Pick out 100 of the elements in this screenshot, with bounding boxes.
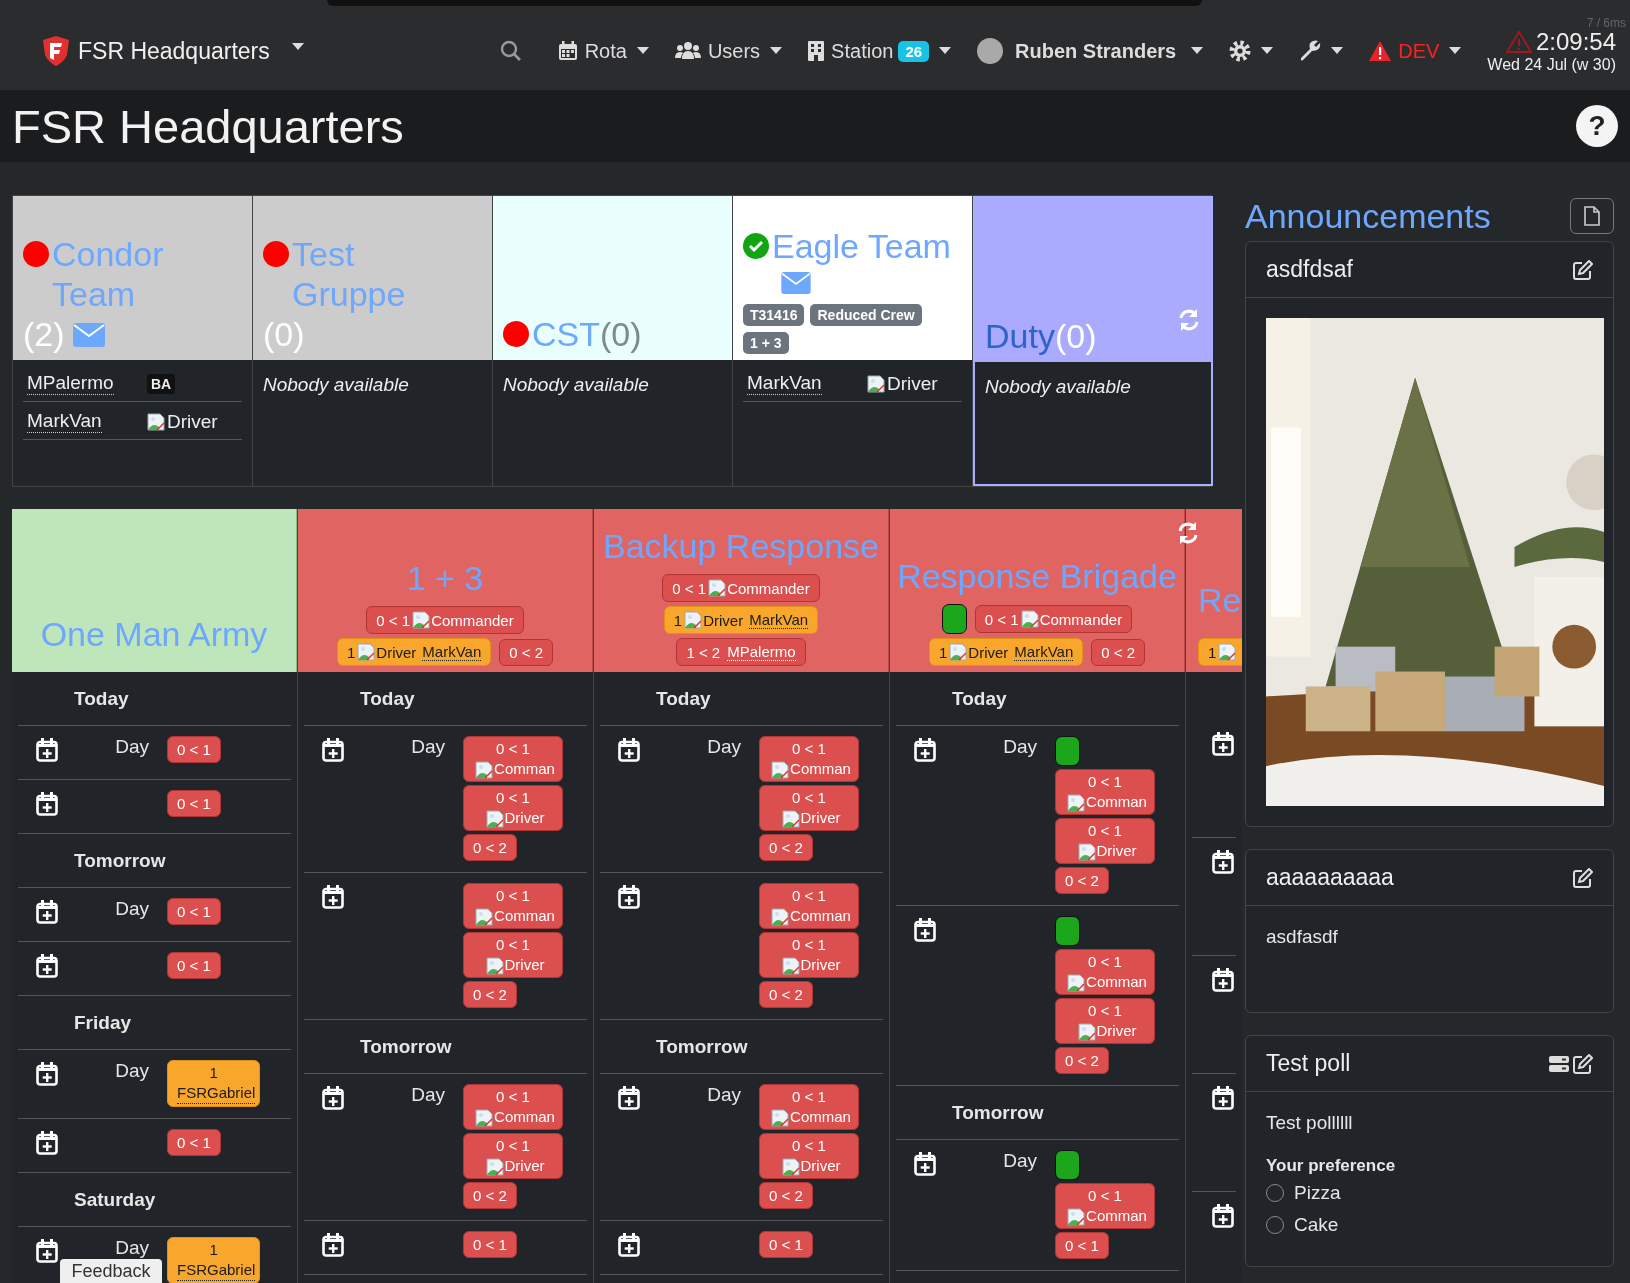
help-button[interactable]: ? <box>1576 105 1618 147</box>
edit-icon[interactable] <box>1573 867 1593 888</box>
team-name[interactable]: CST <box>532 314 600 354</box>
staffing-chip[interactable]: 0 < 2 <box>463 1182 517 1209</box>
calendar-plus-icon[interactable] <box>914 1152 936 1176</box>
new-announcement-button[interactable] <box>1570 198 1614 234</box>
station-menu[interactable]: Station 26 <box>808 39 952 63</box>
role-chip[interactable]: 0 < 1 Driver <box>1055 818 1155 864</box>
role-chip[interactable]: 0 < 1 Comman <box>1055 949 1155 995</box>
member-name[interactable]: MPalermo <box>27 372 114 395</box>
option-label[interactable]: Pizza <box>1294 1182 1341 1204</box>
user-menu[interactable]: Ruben Stranders <box>977 38 1204 64</box>
staffing-chip[interactable]: 1 <box>1198 638 1242 666</box>
role-chip[interactable]: 0 < 1 Driver <box>463 785 563 831</box>
tools-menu[interactable] <box>1299 40 1344 62</box>
role-chip[interactable]: 0 < 1 Comman <box>463 736 563 782</box>
role-chip[interactable]: 1 Driver MarkVan <box>336 638 492 666</box>
staffing-chip[interactable]: 1 < 2 MPalermo <box>676 638 806 666</box>
staffing-chip[interactable]: 0 < 2 <box>1055 867 1109 894</box>
search-icon[interactable] <box>499 40 522 62</box>
calendar-plus-icon[interactable] <box>1212 1086 1234 1110</box>
role-chip[interactable]: 0 < 1 Driver <box>759 785 859 831</box>
calendar-plus-icon[interactable] <box>322 1233 344 1257</box>
calendar-plus-icon[interactable] <box>1212 732 1234 756</box>
role-chip[interactable]: 0 < 1 Driver <box>1055 998 1155 1044</box>
staffing-chip[interactable]: 0 < 2 <box>1091 638 1145 666</box>
edit-icon[interactable] <box>1573 1053 1593 1074</box>
staffing-chip[interactable]: 0 < 2 <box>1055 1047 1109 1074</box>
staffing-chip[interactable]: 0 < 1 <box>1055 1232 1109 1259</box>
calendar-plus-icon[interactable] <box>914 738 936 762</box>
calendar-plus-icon[interactable] <box>914 918 936 942</box>
calendar-plus-icon[interactable] <box>618 1086 640 1110</box>
role-chip[interactable]: 1 Driver MarkVan <box>663 606 819 634</box>
users-menu[interactable]: Users <box>674 39 783 63</box>
results-icon[interactable] <box>1549 1055 1569 1072</box>
calendar-plus-icon[interactable] <box>1212 1204 1234 1228</box>
edit-icon[interactable] <box>1573 259 1593 280</box>
person-link[interactable]: FSRGabriel <box>177 1083 256 1104</box>
option-label[interactable]: Cake <box>1294 1214 1339 1236</box>
calendar-plus-icon[interactable] <box>322 1086 344 1110</box>
role-chip[interactable]: 0 < 1 Commander <box>662 574 820 602</box>
staffing-chip[interactable]: 0 < 1 <box>167 736 221 763</box>
staffing-chip[interactable]: 0 < 1 <box>167 790 221 817</box>
role-chip[interactable]: 0 < 1 Comman <box>1055 1183 1155 1229</box>
person-link[interactable]: MarkVan <box>749 611 809 629</box>
person-link[interactable]: FSRGabriel <box>177 1260 256 1281</box>
person-link[interactable]: MPalermo <box>727 643 796 661</box>
staffing-chip[interactable]: 0 < 1 <box>759 1231 813 1258</box>
calendar-plus-icon[interactable] <box>36 900 58 924</box>
member-name[interactable]: MarkVan <box>747 372 822 395</box>
rota-menu[interactable]: Rota <box>557 39 649 63</box>
staffing-chip[interactable]: 1 FSRGabriel <box>167 1060 261 1107</box>
staffing-chip[interactable]: 0 < 1 <box>463 1231 517 1258</box>
person-link[interactable]: MarkVan <box>1014 643 1074 661</box>
calendar-plus-icon[interactable] <box>618 885 640 909</box>
staffing-chip[interactable]: 0 < 1 <box>167 898 221 925</box>
environment-menu[interactable]: DEV <box>1369 39 1462 63</box>
team-name[interactable]: Eagle Team <box>772 226 951 266</box>
role-chip[interactable]: 0 < 1 Driver <box>759 932 859 978</box>
calendar-plus-icon[interactable] <box>618 738 640 762</box>
member-name[interactable]: MarkVan <box>27 410 102 433</box>
calendar-plus-icon[interactable] <box>36 1062 58 1086</box>
role-chip[interactable]: 0 < 1 Commander <box>974 605 1133 633</box>
calendar-plus-icon[interactable] <box>1212 968 1234 992</box>
calendar-plus-icon[interactable] <box>322 738 344 762</box>
calendar-plus-icon[interactable] <box>36 1239 58 1263</box>
role-chip[interactable]: 0 < 1 Comman <box>463 1084 563 1130</box>
brand-link[interactable]: FSR Headquarters <box>42 35 270 67</box>
calendar-plus-icon[interactable] <box>36 738 58 762</box>
calendar-plus-icon[interactable] <box>618 1233 640 1257</box>
staffing-chip[interactable]: 0 < 2 <box>759 1182 813 1209</box>
refresh-icon[interactable] <box>1176 521 1200 545</box>
staffing-chip[interactable]: 0 < 2 <box>759 834 813 861</box>
calendar-plus-icon[interactable] <box>36 1131 58 1155</box>
role-chip[interactable]: 0 < 1 Commander <box>366 606 524 634</box>
role-chip[interactable]: 1 Driver MarkVan <box>928 638 1084 666</box>
role-chip[interactable]: 0 < 1 Comman <box>463 883 563 929</box>
role-chip[interactable]: 0 < 1 Driver <box>463 1133 563 1179</box>
staffing-chip[interactable]: 0 < 1 <box>167 1129 221 1156</box>
staffing-chip[interactable]: 0 < 2 <box>463 834 517 861</box>
team-name[interactable]: Duty <box>985 316 1055 356</box>
staffing-chip[interactable]: 0 < 1 <box>167 952 221 979</box>
staffing-chip[interactable]: 0 < 2 <box>499 638 553 666</box>
role-chip[interactable]: 0 < 1 Comman <box>759 1084 859 1130</box>
role-chip[interactable]: 0 < 1 Comman <box>759 736 859 782</box>
calendar-plus-icon[interactable] <box>322 885 344 909</box>
role-chip[interactable]: 0 < 1 Driver <box>759 1133 859 1179</box>
settings-menu[interactable] <box>1229 40 1274 62</box>
role-chip[interactable]: 0 < 1 Comman <box>1055 769 1155 815</box>
calendar-plus-icon[interactable] <box>36 792 58 816</box>
staffing-chip[interactable]: 1 FSRGabriel <box>167 1237 261 1283</box>
staffing-chip[interactable]: 0 < 2 <box>463 981 517 1008</box>
person-link[interactable]: MarkVan <box>422 643 482 661</box>
role-chip[interactable]: 0 < 1 Driver <box>463 932 563 978</box>
calendar-plus-icon[interactable] <box>36 954 58 978</box>
caret-icon[interactable] <box>291 43 304 51</box>
feedback-button[interactable]: Feedback <box>60 1259 162 1283</box>
staffing-chip[interactable]: 0 < 2 <box>759 981 813 1008</box>
calendar-plus-icon[interactable] <box>1212 850 1234 874</box>
role-chip[interactable]: 0 < 1 Comman <box>759 883 859 929</box>
